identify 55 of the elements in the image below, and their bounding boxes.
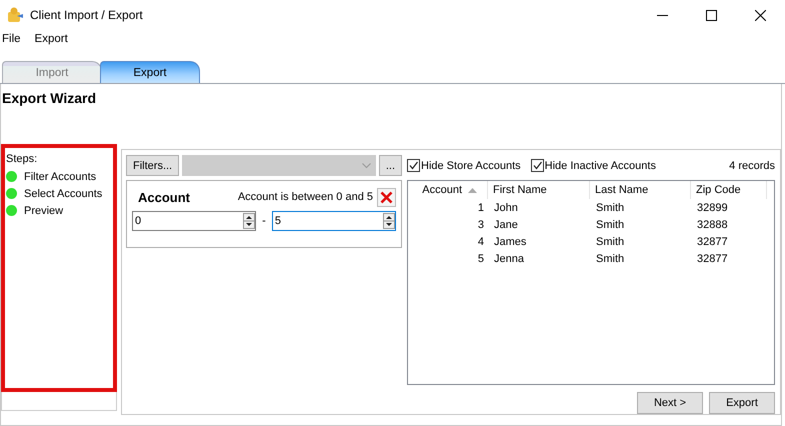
step-label: Filter Accounts xyxy=(24,170,96,182)
menu-item[interactable]: Export xyxy=(34,33,68,45)
chevron-down-icon xyxy=(362,162,371,168)
close-icon[interactable] xyxy=(755,10,766,20)
table-cell-text: 32877 xyxy=(696,252,729,264)
table-cell-text: 5 xyxy=(476,252,485,264)
x-icon xyxy=(380,190,393,204)
table-cell-text: 32877 xyxy=(696,236,729,248)
menu-item[interactable]: File xyxy=(2,33,21,45)
tab[interactable]: Import xyxy=(2,61,102,83)
step-label: Select Accounts xyxy=(24,188,102,200)
wizard-title: Export Wizard xyxy=(1,89,97,108)
record-count: 4 records xyxy=(729,160,775,172)
wizard-button[interactable]: Next > xyxy=(637,392,703,414)
table-cell-text: John xyxy=(493,202,519,214)
number-field[interactable]: 0 xyxy=(132,211,256,231)
filter-description: Account is between 0 and 5 xyxy=(238,191,373,203)
column-header[interactable]: Zip Code xyxy=(691,181,767,199)
range-separator: - xyxy=(262,215,266,227)
table-cell-text: Jane xyxy=(493,218,519,230)
number-field[interactable]: 5 xyxy=(272,211,396,231)
checkbox[interactable] xyxy=(407,159,420,172)
table-cell-text: Smith xyxy=(595,236,626,248)
check-icon xyxy=(532,160,543,171)
checkbox-label[interactable]: Hide Inactive Accounts xyxy=(544,160,656,172)
filters-button[interactable]: Filters... xyxy=(126,155,180,176)
remove-button[interactable] xyxy=(377,188,396,206)
maximize-icon[interactable] xyxy=(706,10,717,20)
tab[interactable]: Export xyxy=(100,61,200,83)
window-title: Client Import / Export xyxy=(30,8,144,22)
table-cell-text: 32899 xyxy=(696,202,729,214)
checkbox[interactable] xyxy=(530,159,544,172)
column-header[interactable]: First Name xyxy=(488,181,590,199)
table-cell-text: James xyxy=(493,236,528,248)
checkbox-label[interactable]: Hide Store Accounts xyxy=(421,160,521,172)
more-button[interactable]: ... xyxy=(378,155,402,176)
table-cell-text: 3 xyxy=(476,218,485,230)
column-header[interactable]: Account xyxy=(408,181,488,199)
spinner-arrows-icon[interactable] xyxy=(383,213,396,229)
spinner-arrows-icon[interactable] xyxy=(243,213,256,229)
step-label: Preview xyxy=(24,204,64,216)
check-icon xyxy=(408,160,419,171)
table-cell-text: Jenna xyxy=(493,252,525,264)
column-header[interactable]: Last Name xyxy=(590,181,691,199)
table-cell-text: Smith xyxy=(595,252,626,264)
app-icon xyxy=(6,6,24,24)
table-cell-text: 32888 xyxy=(696,218,729,230)
table-cell-text: 1 xyxy=(476,202,485,214)
wizard-button[interactable]: Export xyxy=(709,392,775,414)
steps-heading: Steps: xyxy=(6,153,38,165)
sort-up-icon xyxy=(468,188,477,192)
table-cell-text: Smith xyxy=(595,202,626,214)
table-cell-text: 4 xyxy=(476,236,485,248)
field-name: Account xyxy=(138,190,190,204)
table-cell-text: Smith xyxy=(595,218,626,230)
